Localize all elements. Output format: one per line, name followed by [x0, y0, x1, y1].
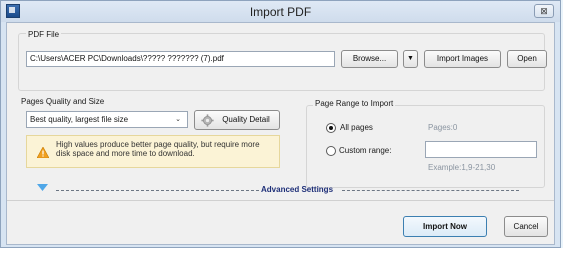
all-pages-label[interactable]: All pages [340, 123, 373, 132]
pdf-file-group-label: PDF File [26, 30, 62, 39]
quality-warning-box: High values produce better page quality,… [26, 135, 280, 168]
close-button[interactable]: ⊠ [534, 4, 554, 18]
background-strip [0, 248, 563, 253]
title-bar[interactable]: Import PDF ⊠ [1, 1, 560, 22]
custom-range-input[interactable] [425, 141, 537, 158]
page-range-group-label: Page Range to Import [313, 99, 396, 108]
quality-group-label: Pages Quality and Size [21, 97, 105, 106]
chevron-down-icon: ⌄ [175, 116, 181, 123]
gear-icon [201, 114, 214, 127]
import-pdf-dialog: Import PDF ⊠ PDF File C:\Users\ACER PC\D… [0, 0, 561, 248]
chevron-down-icon[interactable] [37, 184, 48, 191]
warning-icon [37, 147, 49, 158]
pages-count: Pages:0 [428, 123, 458, 132]
window-title: Import PDF [249, 5, 312, 19]
dialog-body: PDF File C:\Users\ACER PC\Downloads\????… [6, 22, 555, 245]
footer-divider [7, 200, 554, 201]
custom-range-label[interactable]: Custom range: [339, 146, 391, 155]
advanced-divider-left [56, 190, 259, 191]
import-images-button[interactable]: Import Images [424, 50, 501, 68]
quality-detail-button[interactable]: Quality Detail [194, 110, 280, 130]
quality-select[interactable]: Best quality, largest file size ⌄ [26, 111, 188, 128]
quality-warning-text: High values produce better page quality,… [56, 140, 260, 158]
advanced-settings-toggle[interactable]: Advanced Settings [261, 185, 333, 194]
browse-dropdown-button[interactable]: ▼ [403, 50, 418, 68]
range-example-hint: Example:1,9-21,30 [428, 163, 496, 172]
all-pages-radio[interactable] [326, 123, 336, 133]
custom-range-radio[interactable] [326, 146, 336, 156]
quality-detail-label: Quality Detail [222, 115, 270, 124]
open-button[interactable]: Open [507, 50, 547, 68]
import-now-button[interactable]: Import Now [403, 216, 487, 237]
browse-button[interactable]: Browse... [341, 50, 398, 68]
cancel-button[interactable]: Cancel [504, 216, 548, 237]
advanced-divider-right [342, 190, 519, 191]
pdf-path-input[interactable]: C:\Users\ACER PC\Downloads\????? ???????… [26, 51, 335, 67]
chevron-down-icon: ▼ [407, 55, 414, 62]
quality-select-value: Best quality, largest file size [30, 115, 129, 124]
